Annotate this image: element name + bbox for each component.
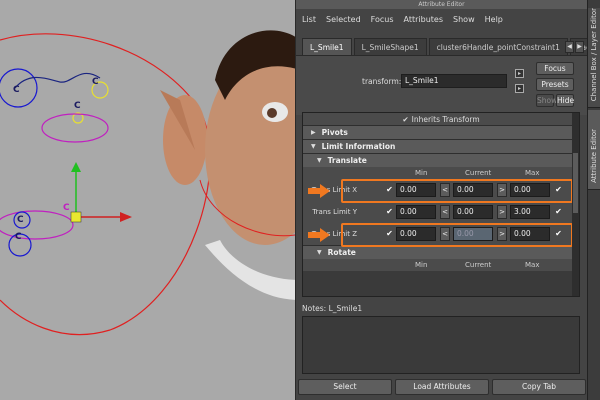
- tab-attribute-editor-label: Attribute Editor: [590, 129, 598, 183]
- trans-limit-y-row: Trans Limit Y ✔ 0.00 < 0.00 > 3.00 ✔: [303, 201, 579, 223]
- label-c-6: C: [15, 232, 22, 242]
- section-pivots-label: Pivots: [321, 128, 348, 137]
- notes-textarea[interactable]: [302, 316, 580, 374]
- col-current: Current: [465, 169, 492, 177]
- menu-attributes[interactable]: Attributes: [404, 15, 444, 24]
- tab-channel-box[interactable]: Channel Box / Layer Editor: [588, 8, 600, 108]
- label-c-5: C: [17, 215, 24, 225]
- focus-button[interactable]: Focus: [536, 62, 574, 75]
- menu-selected[interactable]: Selected: [326, 15, 361, 24]
- col-current: Current: [465, 261, 492, 269]
- scrollbar-thumb[interactable]: [573, 153, 578, 213]
- section-rotate[interactable]: ▼ Rotate: [303, 245, 579, 259]
- set-min-arrow-button[interactable]: <: [440, 205, 450, 219]
- menu-help[interactable]: Help: [485, 15, 503, 24]
- transform-label: transform:: [362, 77, 402, 86]
- node-tabs: L_Smile1 L_SmileShape1 cluster6Handle_po…: [296, 33, 600, 55]
- tab-channel-box-label: Channel Box / Layer Editor: [590, 7, 598, 101]
- tab-attribute-editor[interactable]: Attribute Editor: [588, 110, 600, 190]
- menu-show[interactable]: Show: [453, 15, 475, 24]
- attribute-scroll-area[interactable]: ✔ Inherits Transform ▶ Pivots ▼ Limit In…: [302, 112, 580, 297]
- label-c-2: C: [92, 77, 99, 87]
- max-enable-checkbox[interactable]: ✔: [554, 207, 563, 216]
- menu-list[interactable]: List: [302, 15, 316, 24]
- copy-tab-button[interactable]: Copy Tab: [492, 379, 586, 395]
- hide-button[interactable]: Hide: [556, 94, 574, 107]
- highlight-trans-limit-z: [341, 223, 573, 247]
- manipulator-x-arrow: [120, 212, 132, 222]
- tab-scroll-left-icon[interactable]: ◀: [565, 41, 574, 53]
- tab-cluster-constraint[interactable]: cluster6Handle_pointConstraint1: [428, 38, 568, 55]
- section-limit-information-label: Limit Information: [321, 142, 396, 151]
- magenta-ellipse-upper: [41, 113, 109, 143]
- inherits-transform-row: ✔ Inherits Transform: [303, 113, 579, 125]
- character-eye-pupil: [267, 108, 277, 118]
- rotate-column-headers: Min Current Max: [303, 259, 579, 271]
- label-c-3: C: [74, 101, 81, 111]
- set-max-arrow-button[interactable]: >: [497, 205, 507, 219]
- max-value-field[interactable]: 3.00: [510, 205, 550, 219]
- input-connection-icon[interactable]: ▸: [515, 69, 524, 78]
- expanded-triangle-icon: ▼: [317, 249, 322, 256]
- output-connection-icon[interactable]: ▸: [515, 84, 524, 93]
- inherits-transform-checkbox[interactable]: ✔: [402, 115, 408, 124]
- tab-l-smileshape1[interactable]: L_SmileShape1: [353, 38, 427, 55]
- orange-arrow-icon: [308, 184, 330, 198]
- inherits-transform-label: Inherits Transform: [411, 114, 480, 124]
- section-translate-label: Translate: [327, 156, 367, 165]
- menu-focus[interactable]: Focus: [371, 15, 394, 24]
- tab-scroll-right-icon[interactable]: ▶: [575, 41, 584, 53]
- section-pivots[interactable]: ▶ Pivots: [303, 125, 579, 139]
- col-min: Min: [415, 261, 428, 269]
- section-limit-information[interactable]: ▼ Limit Information: [303, 139, 579, 153]
- highlight-trans-limit-x: [341, 179, 573, 203]
- window-title: Attribute Editor: [296, 0, 587, 9]
- expanded-triangle-icon: ▼: [317, 157, 322, 164]
- magenta-ellipse-lower: [0, 210, 74, 240]
- label-c-4: C: [63, 203, 70, 213]
- notes-label: Notes: L_Smile1: [302, 304, 363, 313]
- col-max: Max: [525, 261, 540, 269]
- collapsed-triangle-icon: ▶: [311, 129, 316, 136]
- blue-mouth-curve: [14, 72, 101, 89]
- 3d-viewport[interactable]: C C C C C C: [0, 0, 295, 400]
- tab-l-smile1[interactable]: L_Smile1: [302, 38, 352, 55]
- menu-bar: List Selected Focus Attributes Show Help: [296, 9, 587, 29]
- col-min: Min: [415, 169, 428, 177]
- transform-name-field[interactable]: L_Smile1: [401, 74, 507, 88]
- manipulator-y-arrow: [71, 162, 81, 172]
- character-ear: [163, 95, 207, 185]
- transform-panel: transform: L_Smile1 ▸ ▸ Focus Presets Sh…: [296, 55, 587, 115]
- load-attributes-button[interactable]: Load Attributes: [395, 379, 489, 395]
- show-button[interactable]: Show: [536, 94, 557, 107]
- viewport-scene: C C C C C C: [0, 30, 295, 336]
- current-value-field[interactable]: 0.00: [453, 205, 493, 219]
- red-boundary-curve: [0, 33, 211, 336]
- translate-column-headers: Min Current Max: [303, 167, 579, 179]
- select-button[interactable]: Select: [298, 379, 392, 395]
- min-enable-checkbox[interactable]: ✔: [385, 207, 394, 216]
- character-shirt: [205, 240, 295, 300]
- presets-button[interactable]: Presets: [536, 78, 574, 91]
- expanded-triangle-icon: ▼: [311, 143, 316, 150]
- section-rotate-label: Rotate: [327, 248, 356, 257]
- label-c-1: C: [13, 85, 20, 95]
- col-max: Max: [525, 169, 540, 177]
- min-value-field[interactable]: 0.00: [396, 205, 436, 219]
- orange-arrow-icon: [308, 228, 330, 242]
- attribute-scrollbar[interactable]: [572, 113, 579, 296]
- manipulator-center: [70, 211, 82, 223]
- attribute-editor-panel: Attribute Editor List Selected Focus Att…: [295, 0, 600, 400]
- section-translate[interactable]: ▼ Translate: [303, 153, 579, 167]
- vertical-tab-strip: Channel Box / Layer Editor Attribute Edi…: [587, 0, 600, 400]
- trans-limit-y-label: Trans Limit Y: [312, 208, 357, 216]
